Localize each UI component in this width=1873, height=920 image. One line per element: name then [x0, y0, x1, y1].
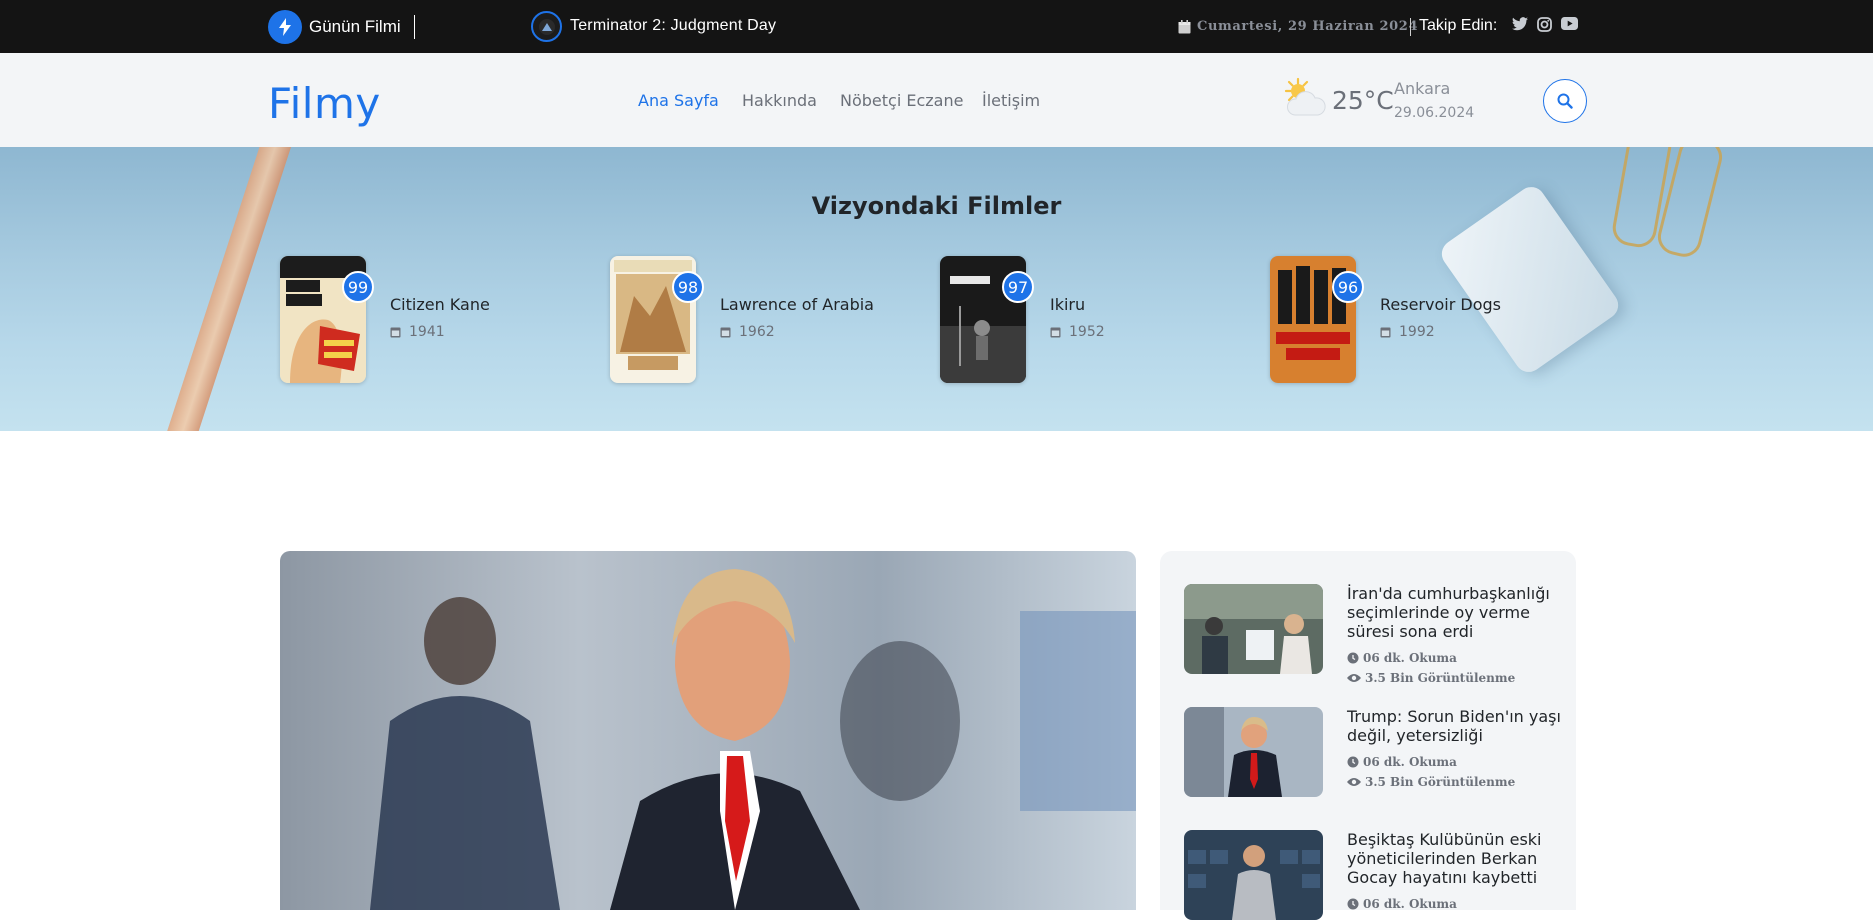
nav-item-home[interactable]: Ana Sayfa — [638, 91, 719, 110]
rating-badge: 99 — [342, 271, 374, 303]
rating-badge: 96 — [1332, 271, 1364, 303]
clock-icon — [1347, 756, 1359, 768]
film-title[interactable]: Ikiru — [1050, 295, 1085, 314]
nav-item-pharmacy[interactable]: Nöbetçi Eczane — [840, 91, 963, 110]
view-count: 3.5 Bin Görüntülenme — [1347, 671, 1515, 685]
weather-temperature: 25°C — [1332, 86, 1394, 115]
read-time: 06 dk. Okuma — [1347, 651, 1457, 665]
film-year: 1941 — [390, 324, 445, 340]
news-thumbnail[interactable] — [1184, 830, 1323, 920]
read-time: 06 dk. Okuma — [1347, 755, 1457, 769]
featured-news-image[interactable] — [280, 551, 1136, 910]
top-bar: Günün Filmi Terminator 2: Judgment Day C… — [0, 0, 1873, 53]
read-time: 06 dk. Okuma — [1347, 897, 1457, 911]
film-title[interactable]: Citizen Kane — [390, 295, 490, 314]
film-title[interactable]: Reservoir Dogs — [1380, 295, 1501, 314]
eye-icon — [1347, 778, 1361, 786]
clock-icon — [1347, 898, 1359, 910]
view-count: 3.5 Bin Görüntülenme — [1347, 775, 1515, 789]
film-thumbnail-icon[interactable] — [531, 11, 562, 42]
follow-label: Takip Edin: — [1419, 17, 1498, 34]
news-thumbnail[interactable] — [1184, 707, 1323, 797]
decorative-pencil — [140, 147, 300, 431]
news-thumbnail[interactable] — [1184, 584, 1323, 674]
film-title[interactable]: Lawrence of Arabia — [720, 295, 874, 314]
nav-item-contact[interactable]: İletişim — [982, 91, 1040, 110]
search-icon — [1557, 93, 1573, 109]
weather-city: Ankara — [1394, 79, 1451, 98]
calendar-icon — [1178, 20, 1191, 39]
twitter-icon[interactable] — [1512, 17, 1528, 36]
flash-icon — [268, 10, 302, 44]
clock-icon — [1347, 652, 1359, 664]
nav-item-about[interactable]: Hakkında — [742, 91, 817, 110]
instagram-icon[interactable] — [1537, 17, 1552, 37]
weather-date: 29.06.2024 — [1394, 105, 1475, 121]
site-logo[interactable]: Filmy — [268, 79, 381, 128]
film-year: 1962 — [720, 324, 775, 340]
partly-cloudy-icon — [1282, 77, 1328, 128]
film-of-day-link[interactable]: Terminator 2: Judgment Day — [570, 17, 776, 35]
film-of-day-label: Günün Filmi — [309, 17, 401, 36]
divider — [1410, 18, 1411, 36]
rating-badge: 98 — [672, 271, 704, 303]
divider — [414, 15, 415, 39]
calendar-icon — [720, 327, 731, 338]
youtube-icon[interactable] — [1561, 17, 1578, 35]
rating-badge: 97 — [1002, 271, 1034, 303]
search-button[interactable] — [1543, 79, 1587, 123]
current-date: Cumartesi, 29 Haziran 2024 — [1197, 19, 1419, 34]
calendar-icon — [1050, 327, 1061, 338]
eye-icon — [1347, 674, 1361, 682]
film-year: 1952 — [1050, 324, 1105, 340]
news-sidebar: İran'da cumhurbaşkanlığı seçimlerinde oy… — [1160, 551, 1576, 920]
site-header: Filmy Ana Sayfa Hakkında Nöbetçi Eczane … — [0, 53, 1873, 147]
section-title: Vizyondaki Filmler — [811, 192, 1062, 220]
now-showing-section: Vizyondaki Filmler 99 Citizen Kane 1941 — [0, 147, 1873, 431]
news-title[interactable]: Beşiktaş Kulübünün eski yöneticilerinden… — [1347, 830, 1562, 887]
news-title[interactable]: Trump: Sorun Biden'ın yaşı değil, yeters… — [1347, 707, 1562, 745]
film-year: 1992 — [1380, 324, 1435, 340]
calendar-icon — [390, 327, 401, 338]
news-title[interactable]: İran'da cumhurbaşkanlığı seçimlerinde oy… — [1347, 584, 1562, 641]
calendar-icon — [1380, 327, 1391, 338]
